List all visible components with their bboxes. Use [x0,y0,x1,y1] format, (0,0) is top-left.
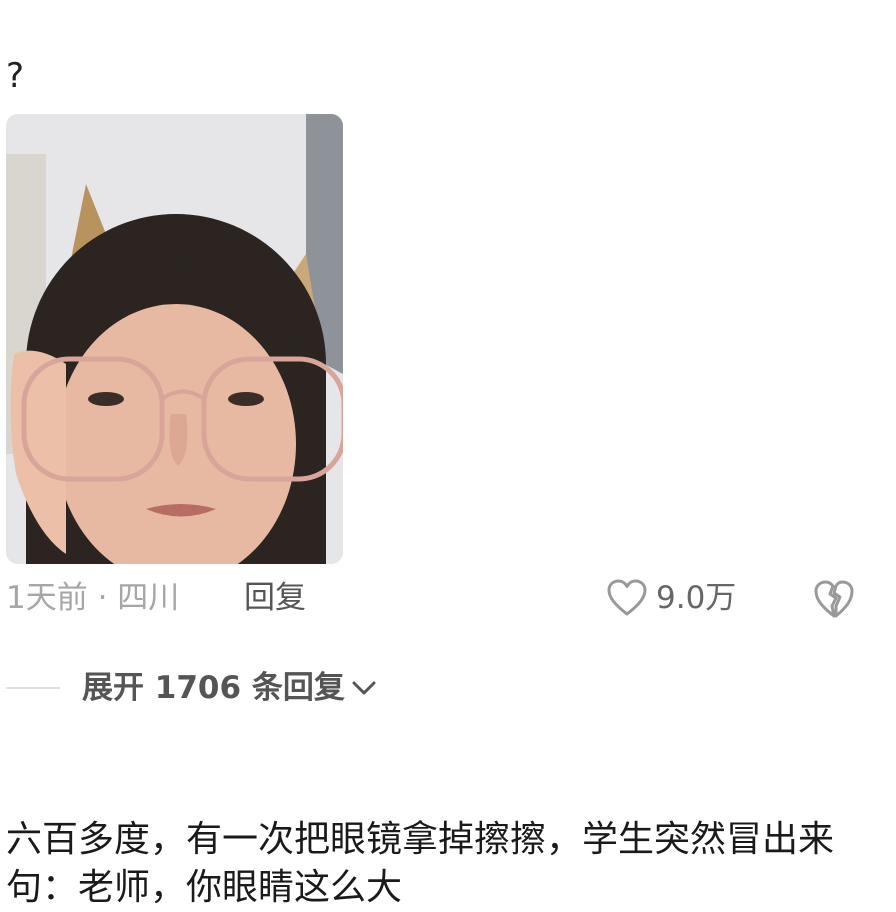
chevron-down-icon [352,681,376,695]
heart-outline-icon [607,579,647,616]
expand-replies-row: 展开 1706 条回复 [6,664,377,712]
like-count: 9.0万 [656,580,737,616]
divider-line [6,687,60,689]
dislike-button[interactable] [812,578,856,620]
comment-text: ? [6,56,25,96]
reply-button[interactable]: 回复 [244,578,306,618]
selfie-image [6,114,343,564]
comment-time-location: 1天前 · 四川 [6,580,180,616]
comment-photo[interactable] [6,114,343,564]
expand-replies-button[interactable]: 展开 1706 条回复 [82,668,377,708]
like-button[interactable]: 9.0万 [606,576,736,620]
comment-meta-row: 1天前 · 四川 回复 9.0万 [6,572,886,624]
comment-next-text: 六百多度，有一次把眼镜拿掉擦擦，学生突然冒出来句：老师，你眼睛这么大 [6,819,835,908]
expand-replies-label: 展开 1706 条回复 [82,670,345,706]
broken-heart-icon [814,580,854,618]
